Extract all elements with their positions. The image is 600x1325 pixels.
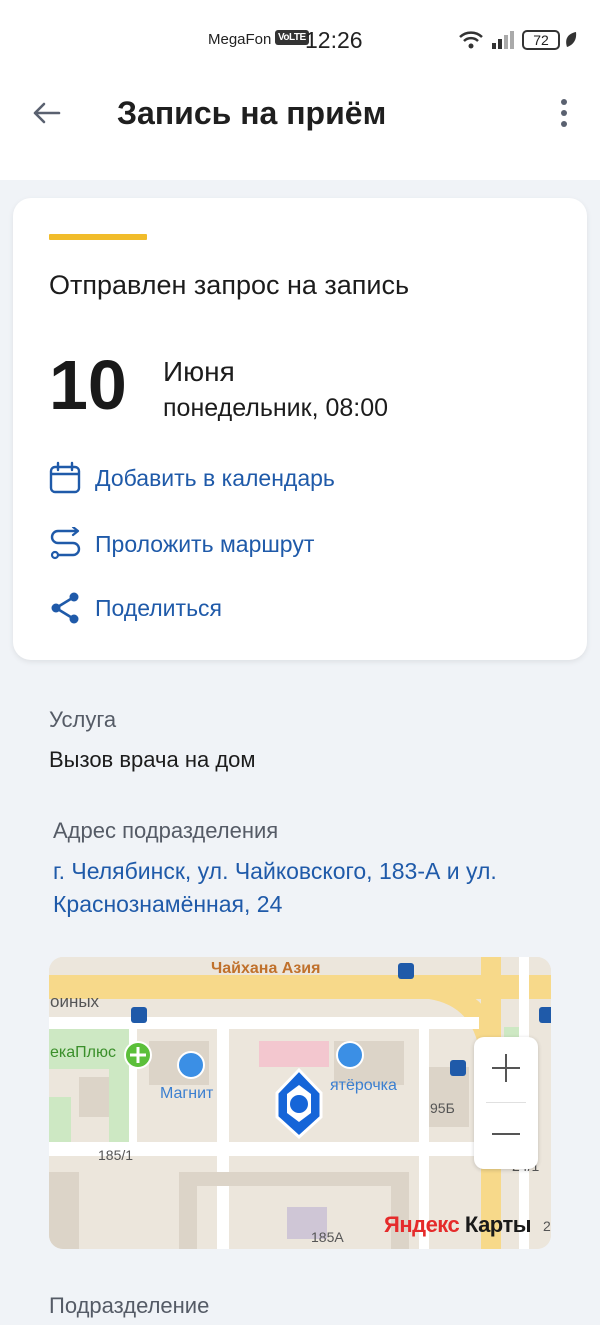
page-title: Запись на приём <box>117 95 387 131</box>
app-bar: Запись на приём <box>0 80 600 150</box>
yandex-maps-logo[interactable]: Яндекс Карты <box>384 1212 532 1238</box>
carrier-name: MegaFon <box>208 31 272 48</box>
minus-icon <box>490 1118 522 1155</box>
wifi-icon <box>458 30 484 55</box>
service-value: Вызов врача на дом <box>49 747 256 772</box>
appointment-status: Отправлен запрос на запись <box>49 270 410 300</box>
map-label-185-1: 185/1 <box>98 1147 134 1163</box>
action-label: Добавить в календарь <box>95 464 335 491</box>
map-label-edge-right: 2 <box>543 1218 551 1234</box>
appointment-weekday-time: понедельник, 08:00 <box>163 394 389 422</box>
more-vertical-icon <box>560 98 568 133</box>
share-button[interactable]: Поделиться <box>47 586 222 630</box>
status-bar: MegaFon VoLTE 12:26 72 <box>0 0 600 80</box>
map-label-edge-left: оиных <box>50 992 100 1011</box>
calendar-icon <box>47 460 83 496</box>
appointment-month: Июня <box>163 356 235 387</box>
leaf-icon <box>564 31 578 54</box>
map-label-chaikhana: Чайхана Азия <box>211 960 321 977</box>
share-icon <box>47 590 83 626</box>
battery-indicator: 72 <box>522 30 560 50</box>
map-label-185a: 185А <box>311 1229 344 1245</box>
logo-rest-text: Карты <box>459 1212 532 1237</box>
address-link[interactable]: г. Челябинск, ул. Чайковского, 183-А и у… <box>53 855 553 921</box>
map-label-magnit: Магнит <box>160 1085 214 1102</box>
signal-icon <box>491 30 517 55</box>
logo-ya-text: Яндекс <box>384 1212 460 1237</box>
service-label: Услуга <box>49 707 117 732</box>
status-indicator <box>49 234 147 240</box>
map-label-apteka: екаПлюс <box>50 1044 116 1061</box>
map-zoom-controls <box>474 1037 538 1169</box>
action-label: Проложить маршрут <box>95 530 315 557</box>
zoom-in-button[interactable] <box>474 1037 538 1103</box>
more-menu-button[interactable] <box>546 94 582 136</box>
add-to-calendar-button[interactable]: Добавить в календарь <box>47 456 335 500</box>
route-icon <box>47 526 83 562</box>
arrow-left-icon <box>31 101 61 130</box>
volte-badge: VoLTE <box>275 30 309 45</box>
appointment-day: 10 <box>49 346 127 424</box>
department-label: Подразделение <box>49 1293 210 1318</box>
build-route-button[interactable]: Проложить маршрут <box>47 522 314 566</box>
action-label: Поделиться <box>95 594 223 621</box>
back-button[interactable] <box>22 94 70 136</box>
clock: 12:26 <box>305 27 363 53</box>
plus-icon <box>490 1052 522 1089</box>
appointment-card: Отправлен запрос на запись 10 Июня понед… <box>13 198 587 660</box>
address-label: Адрес подразделения <box>53 818 279 843</box>
map-label-pyaterochka: ятёрочка <box>330 1077 397 1094</box>
zoom-out-button[interactable] <box>474 1103 538 1169</box>
map-label-95b: 95Б <box>430 1100 455 1116</box>
